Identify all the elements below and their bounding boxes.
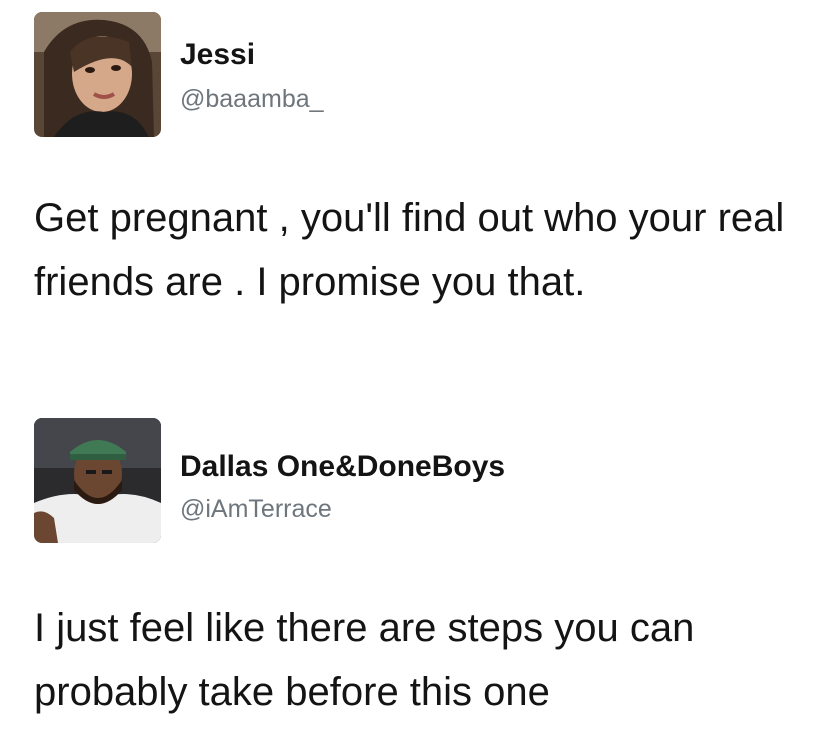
profile-photo-icon	[34, 12, 161, 137]
avatar[interactable]	[34, 12, 161, 137]
display-name[interactable]: Dallas One&DoneBoys	[180, 450, 505, 484]
display-name[interactable]: Jessi	[180, 38, 255, 72]
user-handle[interactable]: @baaamba_	[180, 85, 324, 114]
avatar[interactable]	[34, 418, 161, 543]
profile-photo-icon	[34, 418, 161, 543]
tweet-text: Get pregnant , you'll find out who your …	[34, 196, 785, 304]
tweet-text: I just feel like there are steps you can…	[34, 606, 695, 714]
user-handle[interactable]: @iAmTerrace	[180, 495, 332, 524]
